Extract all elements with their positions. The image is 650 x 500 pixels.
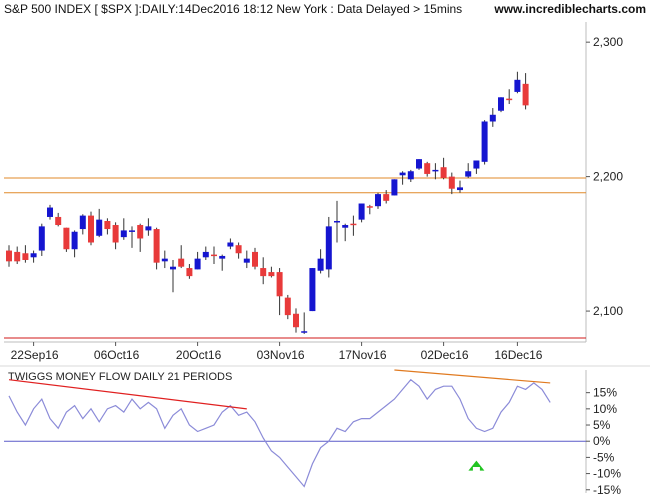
candle-body xyxy=(366,206,373,208)
candle-body xyxy=(424,163,431,174)
candle-body xyxy=(47,207,53,217)
indicator-y-tick-label: -5% xyxy=(593,450,615,464)
candle-body xyxy=(30,253,37,258)
candle-body xyxy=(276,272,283,297)
chart-header-title: S&P 500 INDEX [ $SPX ]:DAILY:14Dec2016 1… xyxy=(4,2,462,16)
candle-body xyxy=(432,169,439,172)
x-tick-label: 03Nov16 xyxy=(257,348,305,362)
x-tick-label: 17Nov16 xyxy=(339,348,387,362)
x-axis: 22Sep16 06Oct16 20Oct16 03Nov16 17Nov16 02Dec… xyxy=(11,342,543,362)
candle-body xyxy=(88,215,94,243)
candle-body xyxy=(268,272,275,277)
candle-body xyxy=(170,266,176,270)
candle-body xyxy=(235,245,242,254)
candle-body xyxy=(112,225,119,243)
candle-body xyxy=(129,230,135,232)
candle-body xyxy=(301,331,308,333)
candle-body xyxy=(448,176,455,189)
candle-body xyxy=(6,250,12,262)
candle-body xyxy=(252,251,258,267)
price-y-tick-label: 2,300 xyxy=(593,35,623,49)
arrow-up-icon xyxy=(468,460,485,471)
candle-body xyxy=(145,226,152,231)
x-tick-label: 02Dec16 xyxy=(421,348,469,362)
candle-body xyxy=(104,220,111,230)
candle-body xyxy=(186,268,193,277)
candle-body xyxy=(350,223,357,226)
candle-body xyxy=(489,114,496,122)
indicator-y-tick-label: 10% xyxy=(593,402,617,416)
x-tick-label: 22Sep16 xyxy=(11,348,59,362)
candle-body xyxy=(375,194,381,207)
candle-body xyxy=(227,242,234,247)
candle-body xyxy=(317,258,324,271)
x-tick-label: 20Oct16 xyxy=(176,348,222,362)
candle-body xyxy=(284,297,291,316)
candle-body xyxy=(506,98,513,101)
candle-body xyxy=(178,258,185,267)
candle-body xyxy=(334,220,340,223)
indicator-panel: -15% -10% -5% 0% 5% 10% 15% xyxy=(0,365,650,497)
candle-body xyxy=(457,187,463,191)
candle-body xyxy=(358,203,365,220)
candle-body xyxy=(211,254,217,257)
price-y-tick-label: 2,100 xyxy=(593,304,623,318)
candle-body xyxy=(153,229,160,263)
candle-body xyxy=(243,258,250,263)
candle-body xyxy=(63,227,70,250)
candle-body xyxy=(498,97,504,111)
candle-body xyxy=(161,258,168,262)
candle-body xyxy=(465,171,472,177)
candle-body xyxy=(399,172,406,176)
candle-body xyxy=(342,225,349,228)
candle-body xyxy=(14,251,21,262)
candle-body xyxy=(22,253,29,260)
price-y-tick-label: 2,200 xyxy=(593,170,623,184)
candle-body xyxy=(137,225,144,239)
candle-body xyxy=(71,231,78,250)
candle-body xyxy=(293,313,299,328)
candle-body xyxy=(79,215,86,230)
candle-body xyxy=(194,258,201,270)
x-tick-label: 16Dec16 xyxy=(494,348,542,362)
price-panel: 2,100 2,200 2,300 xyxy=(4,22,623,343)
trend-line xyxy=(394,369,551,384)
indicator-y-tick-label: 15% xyxy=(593,386,617,400)
candle-body xyxy=(219,255,226,259)
candle-body xyxy=(440,167,447,178)
candle-body xyxy=(416,159,422,169)
indicator-title: TWIGGS MONEY FLOW DAILY 21 PERIODS xyxy=(8,371,232,383)
indicator-y-tick-label: 5% xyxy=(593,418,611,432)
candle-body xyxy=(38,226,45,251)
candle-body xyxy=(202,251,209,258)
candle-body xyxy=(309,268,316,312)
candle-body xyxy=(522,83,529,106)
candle-body xyxy=(514,79,521,92)
indicator-y-tick-label: -10% xyxy=(593,467,621,481)
indicator-y-tick-label: -15% xyxy=(593,483,621,497)
candle-body xyxy=(55,216,62,226)
candle-body xyxy=(260,268,267,277)
indicator-y-tick-label: 0% xyxy=(593,434,611,448)
chart-canvas: S&P 500 INDEX [ $SPX ]:DAILY:14Dec2016 1… xyxy=(0,2,650,497)
candle-body xyxy=(325,226,332,270)
candle-body xyxy=(473,160,480,169)
candle-body xyxy=(383,194,390,201)
candle-body xyxy=(407,171,414,180)
candle-body xyxy=(96,219,103,236)
site-credit: www.incrediblecharts.com xyxy=(493,2,646,16)
candle-body xyxy=(120,230,127,238)
x-tick-label: 06Oct16 xyxy=(94,348,140,362)
candle-body xyxy=(391,179,398,196)
candle-body xyxy=(481,121,488,162)
